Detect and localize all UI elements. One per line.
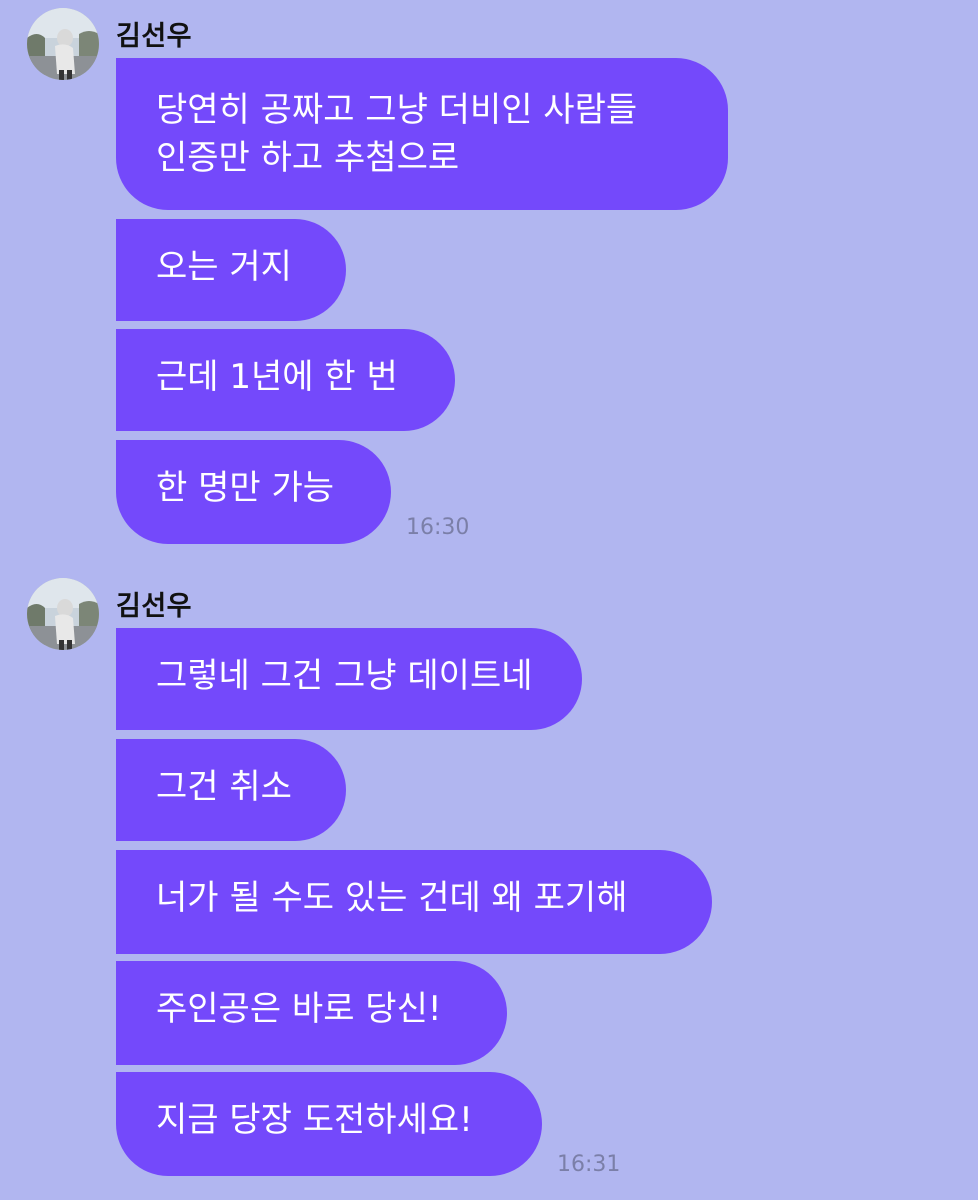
message-text: 주인공은 바로 당신! [156,989,442,1029]
message-bubble[interactable]: 주인공은 바로 당신! [116,961,507,1065]
message-text: 너가 될 수도 있는 건데 왜 포기해 [156,878,628,918]
avatar[interactable] [27,578,99,650]
message-bubble[interactable]: 그건 취소 [116,739,346,841]
message-bubble[interactable]: 근데 1년에 한 번 [116,329,455,431]
message-text: 그렇네 그건 그냥 데이트네 [156,656,533,696]
message-text: 당연히 공짜고 그냥 더비인 사람들 인증만 하고 추첨으로 [156,90,638,178]
message-text: 한 명만 가능 [156,468,335,508]
timestamp: 16:30 [406,515,470,540]
message-bubble[interactable]: 오는 거지 [116,219,346,321]
message-text: 지금 당장 도전하세요! [156,1100,473,1140]
sender-name: 김선우 [116,21,193,52]
message-bubble[interactable]: 지금 당장 도전하세요! [116,1072,542,1176]
sender-name: 김선우 [116,591,193,622]
message-text: 근데 1년에 한 번 [156,357,398,397]
message-text: 그건 취소 [156,767,292,807]
message-text: 오는 거지 [156,247,292,287]
avatar[interactable] [27,8,99,80]
message-bubble[interactable]: 너가 될 수도 있는 건데 왜 포기해 [116,850,712,954]
message-bubble[interactable]: 그렇네 그건 그냥 데이트네 [116,628,582,730]
timestamp: 16:31 [557,1152,621,1177]
chat-view: 김선우 당연히 공짜고 그냥 더비인 사람들 인증만 하고 추첨으로 오는 거지… [0,0,978,1200]
message-bubble[interactable]: 한 명만 가능 [116,440,391,544]
message-bubble[interactable]: 당연히 공짜고 그냥 더비인 사람들 인증만 하고 추첨으로 [116,58,728,210]
